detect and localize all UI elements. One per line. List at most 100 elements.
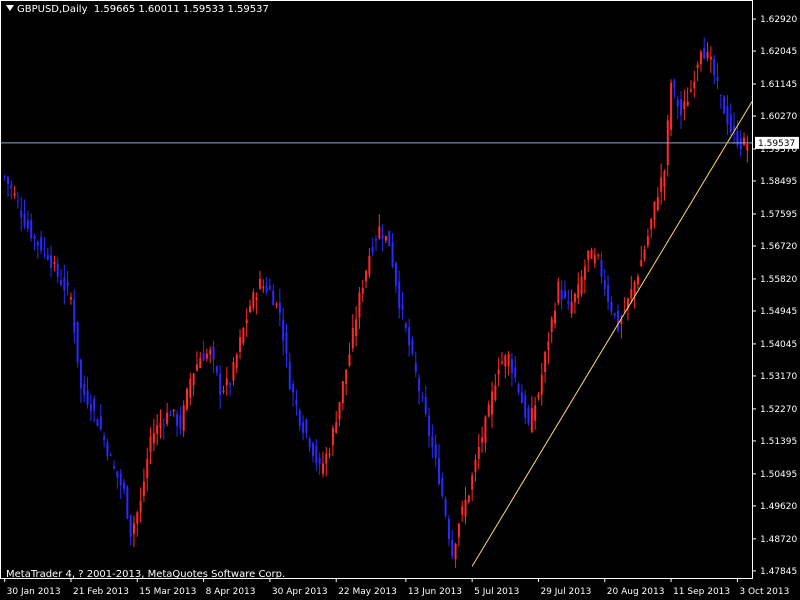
candle-body: [225, 378, 228, 386]
candle-body: [706, 51, 709, 59]
dropdown-triangle-icon[interactable]: [6, 5, 14, 11]
candle-body: [560, 289, 563, 300]
y-tick-label: 1.61145: [760, 80, 797, 90]
x-tick-label: 11 Sep 2013: [673, 587, 730, 597]
candle-body: [106, 441, 109, 457]
candle-body: [86, 390, 89, 405]
y-tick-label: 1.51395: [760, 437, 797, 447]
x-tick-label: 21 Feb 2013: [73, 587, 129, 597]
candle-body: [670, 82, 673, 130]
candle-body: [195, 364, 198, 371]
candle-body: [132, 523, 135, 535]
candle-body: [530, 408, 533, 433]
candle-body: [142, 481, 145, 497]
candle-body: [325, 453, 328, 464]
y-tick-label: 1.56720: [760, 242, 797, 252]
candle-body: [693, 81, 696, 89]
candle-body: [199, 357, 202, 368]
candle-body: [743, 137, 746, 145]
candle-body: [517, 384, 520, 393]
candle-body: [434, 444, 437, 458]
candle-body: [398, 281, 401, 309]
candle-body: [205, 353, 208, 359]
y-tick-label: 1.54945: [760, 307, 797, 317]
candle-body: [152, 433, 155, 444]
candle-body: [583, 266, 586, 280]
candle-body: [610, 301, 613, 312]
candle-body: [636, 276, 639, 285]
candle-body: [219, 374, 222, 395]
candle-body: [232, 361, 235, 381]
candle-body: [593, 254, 596, 264]
candle-body: [83, 384, 86, 396]
candle-body: [451, 539, 454, 557]
candle-body: [603, 280, 606, 289]
candle-body: [26, 220, 29, 229]
candle-body: [481, 437, 484, 443]
candle-body: [242, 328, 245, 344]
candle-body: [567, 301, 570, 304]
candle-body: [235, 354, 238, 368]
candle-body: [285, 332, 288, 354]
candle-body: [186, 388, 189, 410]
candle-body: [428, 415, 431, 436]
candle-body: [504, 355, 507, 367]
candle-body: [30, 220, 33, 239]
candle-body: [391, 242, 394, 267]
candle-body: [680, 99, 683, 116]
candle-body: [630, 289, 633, 299]
candle-body: [76, 321, 79, 363]
y-tick-label: 1.58495: [760, 177, 797, 187]
candle-body: [411, 339, 414, 354]
candle-body: [282, 319, 285, 341]
candle-body: [116, 471, 119, 478]
candle-body: [169, 414, 172, 416]
candle-body: [371, 247, 374, 253]
y-tick-label: 1.60270: [760, 112, 797, 122]
y-tick-label: 1.57595: [760, 210, 797, 220]
candle-body: [113, 466, 116, 469]
candle-body: [189, 378, 192, 399]
candle-body: [292, 384, 295, 393]
candle-body: [10, 184, 13, 189]
candle-body: [268, 285, 271, 290]
candle-body: [461, 506, 464, 515]
y-tick-label: 1.62045: [760, 47, 797, 57]
candle-body: [384, 235, 387, 241]
candle-body: [540, 374, 543, 395]
candle-body: [209, 349, 212, 355]
candle-body: [557, 281, 560, 304]
candle-body: [252, 292, 255, 308]
candle-body: [361, 288, 364, 294]
candle-body: [537, 394, 540, 398]
candle-body: [388, 230, 391, 247]
candle-body: [99, 416, 102, 430]
candle-body: [484, 416, 487, 444]
y-tick-label: 1.48720: [760, 535, 797, 545]
candle-body: [527, 408, 530, 424]
candle-body: [424, 397, 427, 414]
candle-body: [288, 361, 291, 390]
candle-body: [272, 290, 275, 306]
candle-body: [660, 177, 663, 192]
candle-body: [182, 405, 185, 431]
candle-body: [431, 436, 434, 448]
x-tick-label: 30 Jan 2013: [7, 587, 61, 597]
candle-body: [375, 238, 377, 241]
candle-body: [550, 318, 553, 332]
candle-body: [239, 337, 242, 352]
candle-body: [699, 51, 702, 65]
x-tick-label: 20 Aug 2013: [607, 587, 665, 597]
candle-body: [298, 410, 301, 426]
chart-header: GBPUSD,Daily 1.59665 1.60011 1.59533 1.5…: [6, 4, 269, 15]
x-tick-label: 13 Jun 2013: [408, 587, 462, 597]
candle-body: [166, 412, 169, 424]
price-chart[interactable]: 1.629201.620451.611451.602701.593701.584…: [0, 0, 800, 600]
candle-body: [467, 495, 470, 502]
candle-body: [36, 241, 39, 246]
candle-body: [673, 80, 676, 88]
y-tick-label: 1.49620: [760, 502, 797, 512]
candle-body: [494, 385, 497, 400]
candle-body: [328, 453, 331, 456]
candle-body: [308, 438, 311, 447]
